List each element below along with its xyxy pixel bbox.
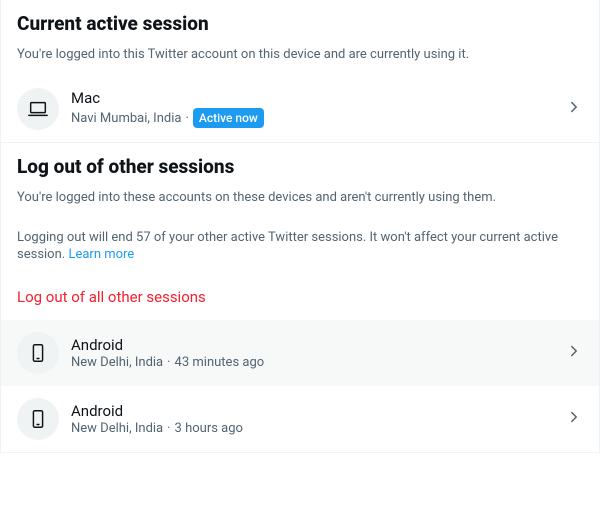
other-sessions-desc: You're logged into these accounts on the…	[1, 182, 599, 219]
device-time: 3 hours ago	[175, 421, 243, 436]
device-location: Navi Mumbai, India	[71, 111, 181, 126]
separator: ·	[167, 421, 170, 436]
device-location: New Delhi, India	[71, 421, 163, 436]
other-sessions-title: Log out of other sessions	[1, 143, 599, 182]
device-name: Mac	[71, 89, 565, 107]
device-time: 43 minutes ago	[175, 355, 265, 370]
learn-more-link[interactable]: Learn more	[68, 247, 134, 262]
chevron-right-icon	[565, 408, 583, 430]
session-row[interactable]: Android New Delhi, India · 3 hours ago	[1, 386, 599, 452]
current-session-row[interactable]: Mac Navi Mumbai, India · Active now	[1, 76, 599, 142]
phone-icon	[17, 398, 59, 440]
laptop-icon	[17, 88, 59, 130]
chevron-right-icon	[565, 342, 583, 364]
device-location: New Delhi, India	[71, 355, 163, 370]
current-session-title: Current active session	[1, 0, 599, 39]
chevron-right-icon	[565, 98, 583, 120]
current-session-desc: You're logged into this Twitter account …	[1, 39, 599, 76]
session-row[interactable]: Android New Delhi, India · 43 minutes ag…	[1, 320, 599, 386]
logout-info: Logging out will end 57 of your other ac…	[1, 219, 599, 274]
active-badge: Active now	[193, 108, 264, 128]
logout-all-button[interactable]: Log out of all other sessions	[1, 274, 599, 320]
separator: ·	[185, 111, 188, 126]
device-name: Android	[71, 402, 565, 420]
separator: ·	[167, 355, 170, 370]
device-name: Android	[71, 336, 565, 354]
phone-icon	[17, 332, 59, 374]
